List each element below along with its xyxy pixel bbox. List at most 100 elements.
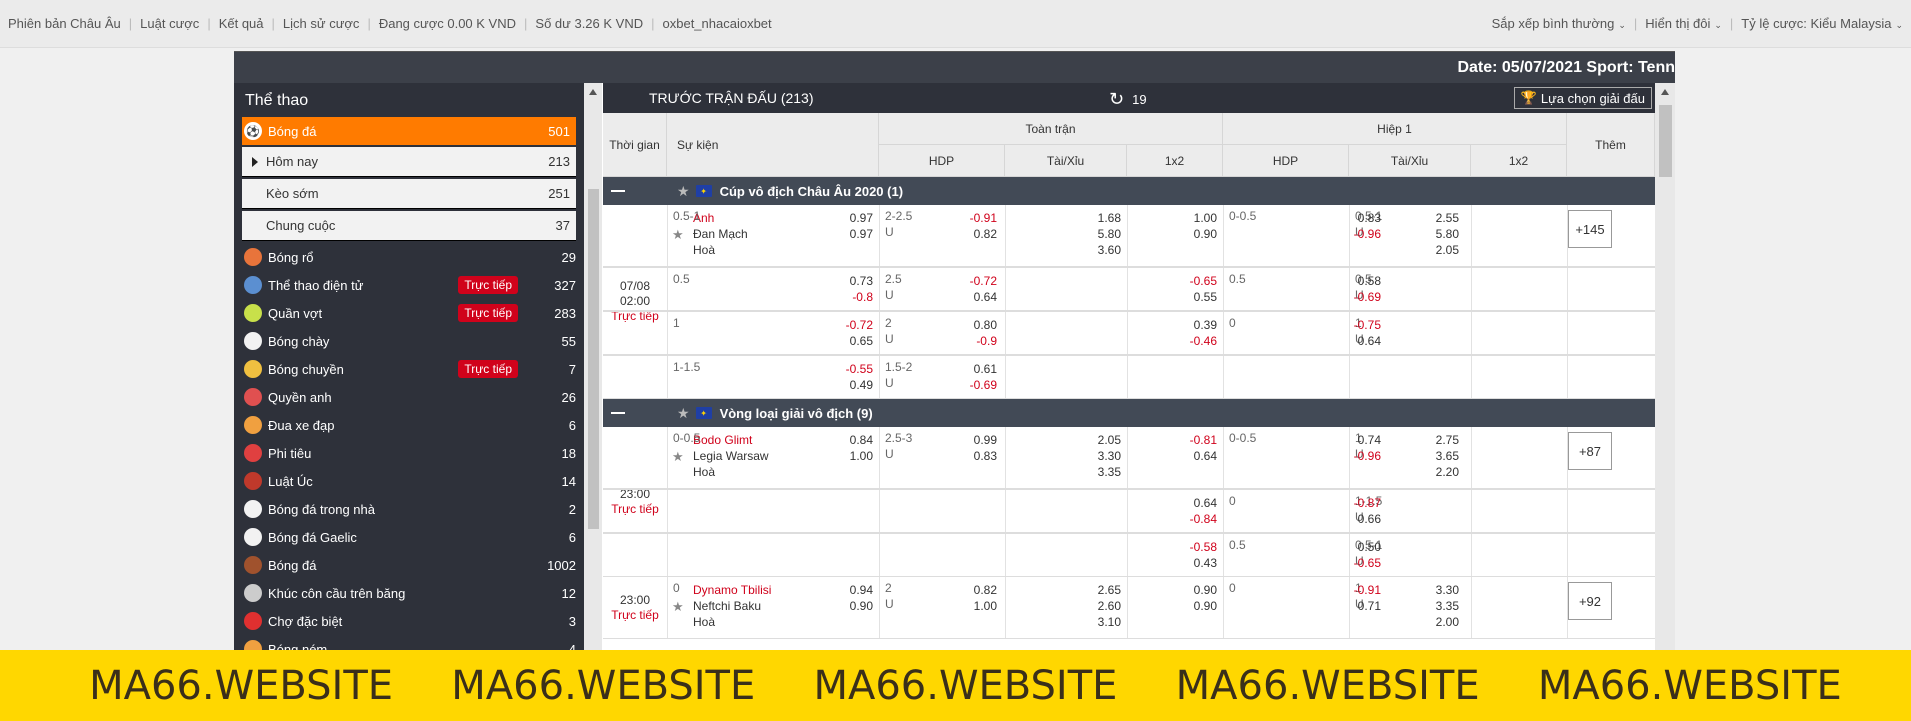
sidebar-item-sport[interactable]: Luật Úc 14 <box>234 467 584 495</box>
scroll-up-icon[interactable] <box>1661 89 1669 95</box>
european-version-link[interactable]: Phiên bản Châu Âu <box>8 16 121 31</box>
odds-value[interactable]: 0.82 <box>953 583 997 597</box>
odds-value[interactable]: -0.8 <box>829 290 873 304</box>
odds-value[interactable]: 1.00 <box>829 449 873 463</box>
odds-value[interactable]: -0.96 <box>1337 227 1381 241</box>
sidebar-item-football[interactable]: ⚽ Bóng đá 501 <box>242 117 576 145</box>
odds-value[interactable]: 0.94 <box>829 583 873 597</box>
ad-banner[interactable]: MA66.WEBSITE MA66.WEBSITE MA66.WEBSITE M… <box>0 650 1911 721</box>
odds-value[interactable]: -0.96 <box>1337 449 1381 463</box>
odds-scrollbar[interactable] <box>1655 83 1675 651</box>
scrollbar-thumb[interactable] <box>588 189 599 529</box>
odds-value[interactable]: 5.80 <box>1077 227 1121 241</box>
odds-value[interactable]: 0.61 <box>953 362 997 376</box>
odds-value[interactable]: 0.99 <box>953 433 997 447</box>
odds-value[interactable]: -0.91 <box>1337 583 1381 597</box>
collapse-icon[interactable] <box>611 190 625 192</box>
odds-type-dropdown[interactable]: Tỷ lệ cược: Kiểu Malaysia ⌄ <box>1741 16 1903 31</box>
odds-value[interactable]: 2.00 <box>1415 615 1459 629</box>
odds-value[interactable]: 2.05 <box>1077 433 1121 447</box>
league-header[interactable]: ★ ✦ Vòng loại giải vô địch (9) <box>603 399 1655 427</box>
odds-value[interactable]: 0.73 <box>829 274 873 288</box>
star-icon[interactable]: ★ <box>677 405 690 422</box>
odds-value[interactable]: -0.81 <box>1173 433 1217 447</box>
odds-value[interactable]: 5.80 <box>1415 227 1459 241</box>
odds-value[interactable]: -0.65 <box>1173 274 1217 288</box>
odds-value[interactable]: 0.71 <box>1337 599 1381 613</box>
odds-value[interactable]: 1.68 <box>1077 211 1121 225</box>
odds-value[interactable]: 2.55 <box>1415 211 1459 225</box>
odds-value[interactable]: 0.64 <box>953 290 997 304</box>
sidebar-item-sport[interactable]: Khúc côn cầu trên băng 12 <box>234 579 584 607</box>
sidebar-item-sport[interactable]: Bóng rổ 29 <box>234 243 584 271</box>
betting-rules-link[interactable]: Luật cược <box>140 16 199 31</box>
odds-value[interactable]: 0.74 <box>1337 433 1381 447</box>
sidebar-item-sport[interactable]: Quần vợt Trực tiếp 283 <box>234 299 584 327</box>
scrollbar-thumb[interactable] <box>1659 105 1672 177</box>
odds-value[interactable]: 0.64 <box>1173 496 1217 510</box>
sidebar-item-sport[interactable]: Bóng đá 1002 <box>234 551 584 579</box>
odds-value[interactable]: -0.58 <box>1173 540 1217 554</box>
odds-value[interactable]: 0.90 <box>829 599 873 613</box>
star-icon[interactable]: ★ <box>677 183 690 200</box>
odds-value[interactable]: 0.64 <box>1337 334 1381 348</box>
sidebar-item-sport[interactable]: Chợ đặc biệt 3 <box>234 607 584 635</box>
sort-dropdown[interactable]: Sắp xếp bình thường ⌄ <box>1492 16 1626 31</box>
odds-value[interactable]: 0.39 <box>1173 318 1217 332</box>
odds-value[interactable]: 3.60 <box>1077 243 1121 257</box>
sidebar-scrollbar[interactable] <box>584 83 602 651</box>
sidebar-item-sport[interactable]: Thể thao điện tử Trực tiếp 327 <box>234 271 584 299</box>
pending-bets[interactable]: Đang cược 0.00 K VND <box>379 16 516 31</box>
sidebar-item-sport[interactable]: Bóng chuyền Trực tiếp 7 <box>234 355 584 383</box>
sidebar-item-sport[interactable]: Bóng ném 4 <box>234 635 584 651</box>
odds-value[interactable]: -0.69 <box>953 378 997 392</box>
odds-value[interactable]: 2.75 <box>1415 433 1459 447</box>
odds-value[interactable]: 0.83 <box>1337 211 1381 225</box>
sidebar-sub-early[interactable]: Kèo sớm 251 <box>242 179 576 209</box>
odds-value[interactable]: 3.30 <box>1415 583 1459 597</box>
odds-value[interactable]: 1.00 <box>953 599 997 613</box>
odds-value[interactable]: 0.43 <box>1173 556 1217 570</box>
sidebar-sub-outright[interactable]: Chung cuộc 37 <box>242 211 576 241</box>
odds-value[interactable]: 0.50 <box>1337 540 1381 554</box>
odds-value[interactable]: -0.9 <box>953 334 997 348</box>
odds-value[interactable]: 0.97 <box>829 227 873 241</box>
odds-value[interactable]: 0.90 <box>1173 599 1217 613</box>
odds-value[interactable]: 0.97 <box>829 211 873 225</box>
odds-value[interactable]: -0.84 <box>1173 512 1217 526</box>
sidebar-item-sport[interactable]: Đua xe đạp 6 <box>234 411 584 439</box>
odds-value[interactable]: 0.58 <box>1337 274 1381 288</box>
display-dropdown[interactable]: Hiển thị đôi ⌄ <box>1645 16 1722 31</box>
odds-value[interactable]: 2.20 <box>1415 465 1459 479</box>
odds-value[interactable]: -0.69 <box>1337 290 1381 304</box>
refresh-button[interactable]: ↻ 19 <box>1109 89 1147 110</box>
odds-value[interactable]: 3.65 <box>1415 449 1459 463</box>
odds-value[interactable]: 2.65 <box>1077 583 1121 597</box>
odds-value[interactable]: -0.72 <box>953 274 997 288</box>
sidebar-item-sport[interactable]: Bóng đá trong nhà 2 <box>234 495 584 523</box>
odds-value[interactable]: 0.64 <box>1173 449 1217 463</box>
odds-value[interactable]: 0.83 <box>953 449 997 463</box>
odds-value[interactable]: -0.75 <box>1337 318 1381 332</box>
select-league-button[interactable]: 🏆 Lựa chọn giải đấu <box>1513 87 1652 109</box>
odds-value[interactable]: 0.80 <box>953 318 997 332</box>
odds-value[interactable]: -0.87 <box>1337 496 1381 510</box>
sidebar-item-sport[interactable]: Phi tiêu 18 <box>234 439 584 467</box>
bet-history-link[interactable]: Lịch sử cược <box>283 16 360 31</box>
odds-value[interactable]: 3.30 <box>1077 449 1121 463</box>
odds-value[interactable]: -0.72 <box>829 318 873 332</box>
sidebar-item-sport[interactable]: Quyền anh 26 <box>234 383 584 411</box>
odds-value[interactable]: 3.35 <box>1077 465 1121 479</box>
odds-value[interactable]: -0.91 <box>953 211 997 225</box>
odds-value[interactable]: 0.84 <box>829 433 873 447</box>
odds-value[interactable]: -0.55 <box>829 362 873 376</box>
odds-value[interactable]: 2.60 <box>1077 599 1121 613</box>
odds-value[interactable]: 0.90 <box>1173 583 1217 597</box>
sidebar-item-sport[interactable]: Bóng đá Gaelic 6 <box>234 523 584 551</box>
sidebar-item-sport[interactable]: Bóng chày 55 <box>234 327 584 355</box>
odds-value[interactable]: 0.49 <box>829 378 873 392</box>
odds-value[interactable]: -0.65 <box>1337 556 1381 570</box>
sidebar-sub-today[interactable]: Hôm nay 213 <box>242 147 576 177</box>
league-header[interactable]: ★ ✦ Cúp vô địch Châu Âu 2020 (1) <box>603 177 1655 205</box>
odds-value[interactable]: 0.90 <box>1173 227 1217 241</box>
